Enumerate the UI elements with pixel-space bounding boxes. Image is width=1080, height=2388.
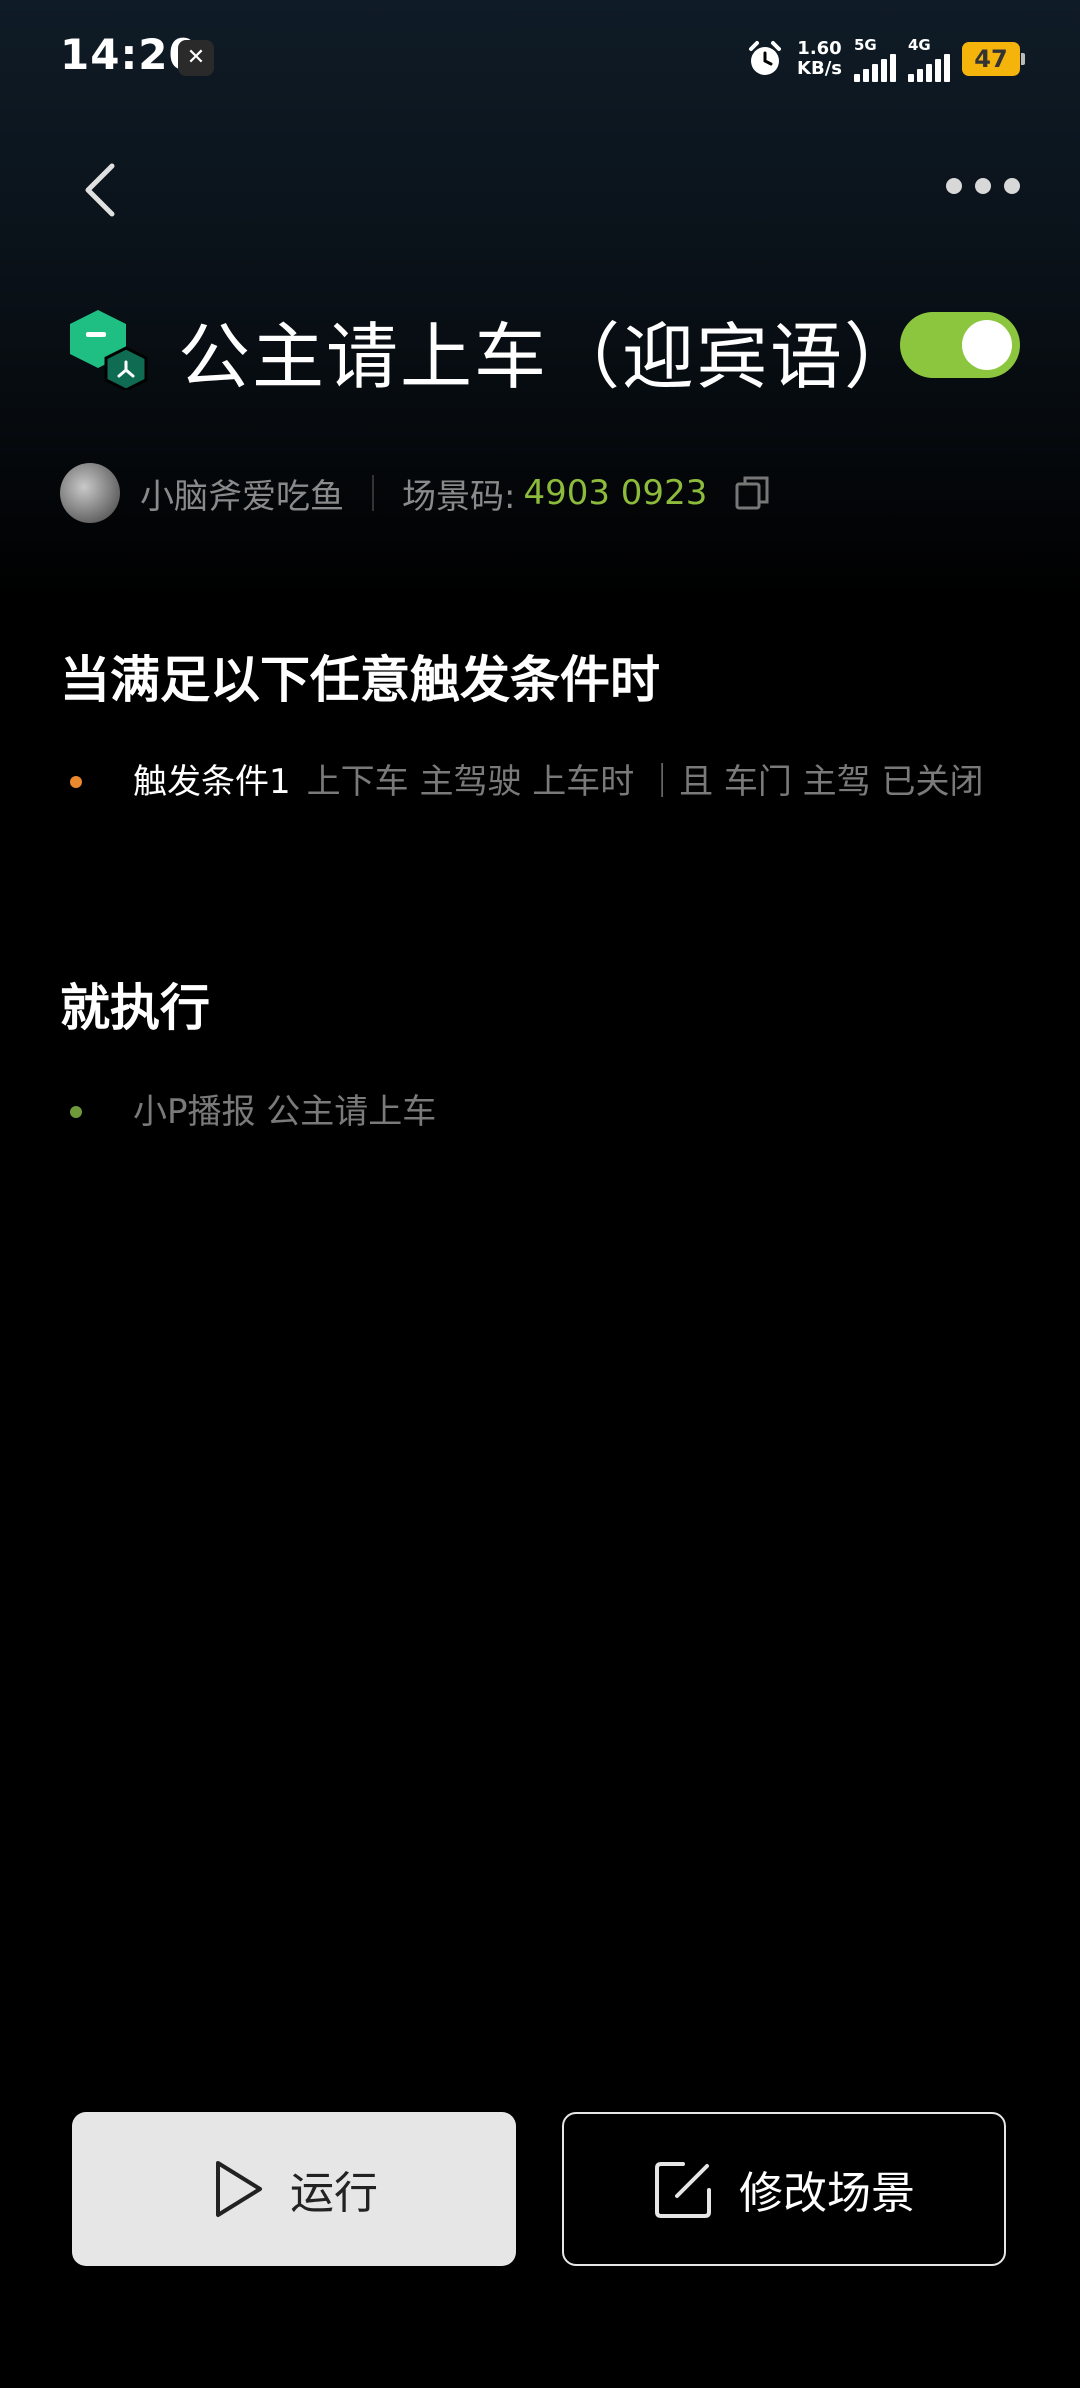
edit-scene-button-label: 修改场景: [739, 2168, 915, 2219]
edit-scene-button[interactable]: 修改场景: [562, 2112, 1006, 2266]
scene-enabled-toggle[interactable]: [900, 312, 1020, 378]
toggle-knob: [962, 320, 1012, 370]
scene-code-value: 4903 0923: [523, 473, 708, 513]
author-row: 小脑斧爱吃鱼 场景码: 4903 0923: [60, 462, 771, 524]
author-name: 小脑斧爱吃鱼: [140, 476, 344, 517]
app-notification-icon: ✕: [178, 40, 214, 76]
battery-icon: 47: [962, 42, 1025, 76]
page-title: 公主请上车（迎宾语）: [178, 315, 919, 399]
run-button[interactable]: 运行: [72, 2112, 516, 2266]
signal-5g-icon: 5G: [854, 36, 896, 82]
signal-4g-icon: 4G: [908, 36, 950, 82]
action-bullet: [70, 1106, 82, 1118]
copy-icon[interactable]: [733, 474, 771, 512]
condition-bullet: [70, 776, 82, 788]
status-icons: 1.60 KB/s 5G 4G 47: [745, 34, 1025, 84]
play-icon: [216, 2161, 262, 2217]
scene-cube-icon: [70, 310, 148, 390]
action-text: 小P播报 公主请上车: [133, 1092, 437, 1132]
avatar[interactable]: [60, 463, 120, 523]
condition-label: 触发条件1: [133, 762, 291, 802]
alarm-clock-icon: [749, 41, 782, 75]
scene-code-label: 场景码:: [402, 476, 516, 517]
actions-title: 就执行: [60, 979, 210, 1037]
run-button-label: 运行: [290, 2168, 378, 2219]
divider: [372, 475, 374, 511]
condition-item: 触发条件1 上下车 主驾驶 上车时 ｜且 车门 主驾 已关闭: [70, 752, 1000, 812]
action-item: 小P播报 公主请上车: [70, 1082, 1000, 1142]
conditions-title: 当满足以下任意触发条件时: [60, 651, 660, 709]
condition-detail: 上下车 主驾驶 上车时 ｜且 车门 主驾 已关闭: [306, 762, 984, 802]
back-arrow-icon[interactable]: [80, 160, 120, 220]
more-options-icon[interactable]: [946, 178, 1020, 194]
edit-icon: [655, 2162, 711, 2218]
status-bar: 14:20 ✕ 1.60 KB/s 5G 4G 47: [0, 0, 1080, 115]
network-speed: 1.60 KB/s: [797, 38, 842, 79]
